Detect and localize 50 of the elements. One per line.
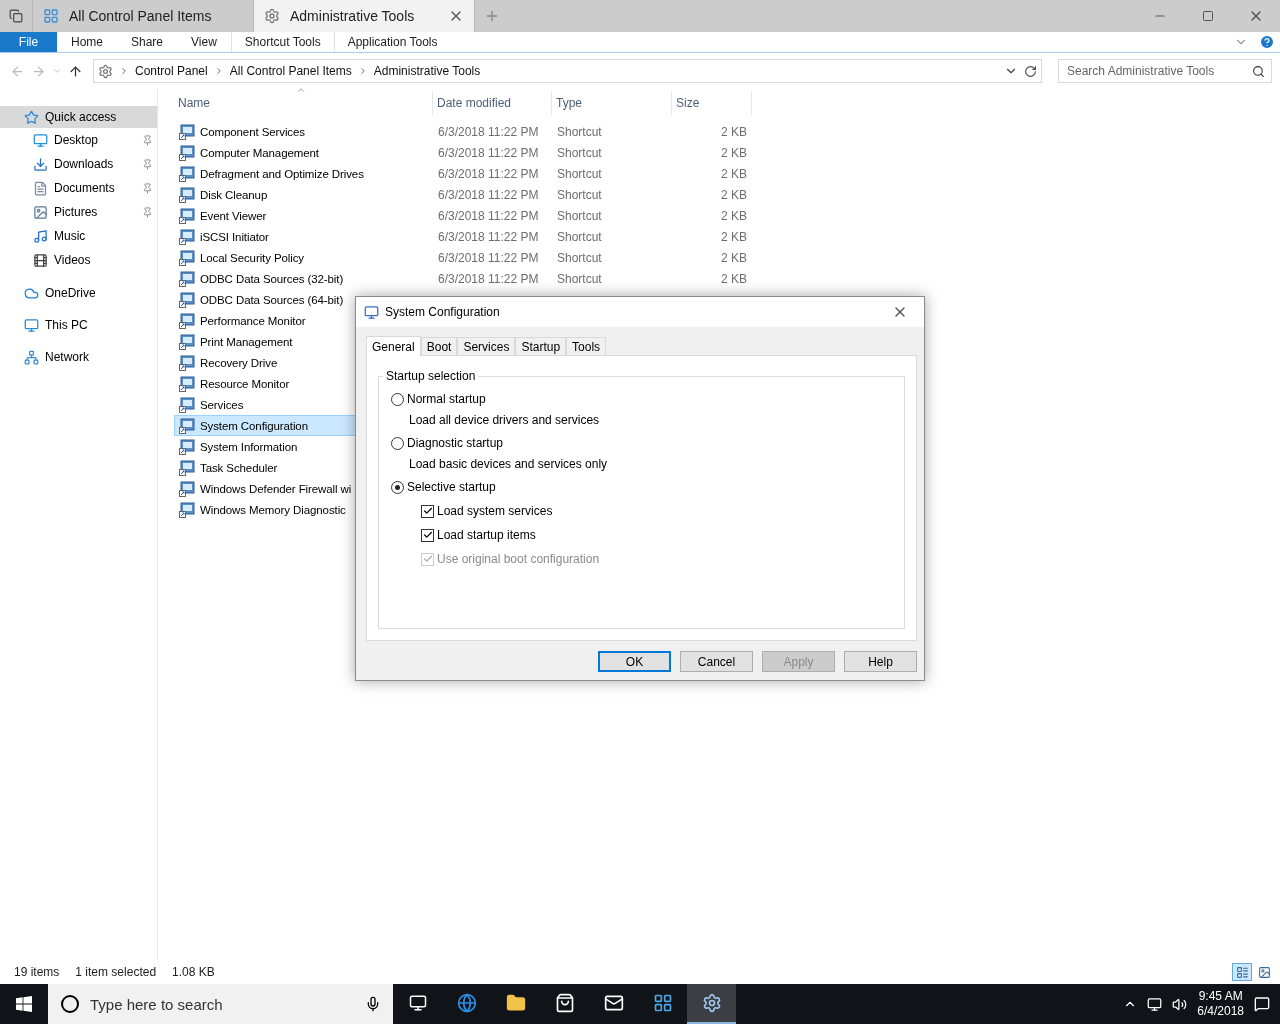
date-modified: 6/3/2018 11:22 PM — [438, 250, 539, 265]
date-modified: 6/3/2018 11:22 PM — [438, 229, 539, 244]
file-name: iSCSI Initiator — [200, 230, 269, 243]
file-size: 2 KB — [721, 271, 747, 286]
file-name: Component Services — [200, 125, 305, 138]
file-name: Services — [200, 398, 244, 411]
file-name: Print Management — [200, 335, 293, 348]
file-name: Defragment and Optimize Drives — [200, 167, 364, 180]
date-modified: 6/3/2018 11:22 PM — [438, 166, 539, 181]
file-name: Disk Cleanup — [200, 188, 268, 201]
file-size: 2 KB — [721, 145, 747, 160]
file-name: Recovery Drive — [200, 356, 278, 369]
date-modified: 6/3/2018 11:22 PM — [438, 271, 539, 286]
date-modified: 6/3/2018 11:22 PM — [438, 124, 539, 139]
file-name: Computer Management — [200, 146, 319, 159]
selection-size: 1.08 KB — [172, 965, 215, 979]
date-modified: 6/3/2018 11:22 PM — [438, 208, 539, 223]
file-type: Shortcut — [557, 250, 602, 265]
date-modified: 6/3/2018 11:22 PM — [438, 187, 539, 202]
file-size: 2 KB — [721, 250, 747, 265]
file-name: Performance Monitor — [200, 314, 306, 327]
file-size: 2 KB — [721, 229, 747, 244]
file-size: 2 KB — [721, 166, 747, 181]
file-name: System Information — [200, 440, 298, 453]
selection-count: 1 item selected — [75, 965, 157, 979]
file-name: Windows Defender Firewall wi — [200, 482, 352, 495]
file-type: Shortcut — [557, 208, 602, 223]
file-name: Local Security Policy — [200, 251, 304, 264]
file-name: ODBC Data Sources (64-bit) — [200, 293, 344, 306]
file-name: System Configuration — [200, 419, 308, 432]
file-type: Shortcut — [557, 166, 602, 181]
option-description: Load basic devices and services only — [408, 457, 609, 471]
file-type: Shortcut — [557, 187, 602, 202]
file-name: Resource Monitor — [200, 377, 290, 390]
file-size: 2 KB — [721, 208, 747, 223]
file-size: 2 KB — [721, 124, 747, 139]
file-name: ODBC Data Sources (32-bit) — [200, 272, 344, 285]
file-type: Shortcut — [557, 124, 602, 139]
file-size: 2 KB — [721, 187, 747, 202]
file-type: Shortcut — [557, 271, 602, 286]
option-description: Load all device drivers and services — [408, 413, 601, 427]
file-type: Shortcut — [557, 229, 602, 244]
group-label: Startup selection — [383, 369, 479, 383]
file-name: Task Scheduler — [200, 461, 278, 474]
file-name: Windows Memory Diagnostic — [200, 503, 346, 516]
file-name: Event Viewer — [200, 209, 267, 222]
date-modified: 6/3/2018 11:22 PM — [438, 145, 539, 160]
item-count: 19 items — [14, 965, 60, 979]
file-type: Shortcut — [557, 145, 602, 160]
dialog-title: System Configuration — [385, 305, 501, 319]
